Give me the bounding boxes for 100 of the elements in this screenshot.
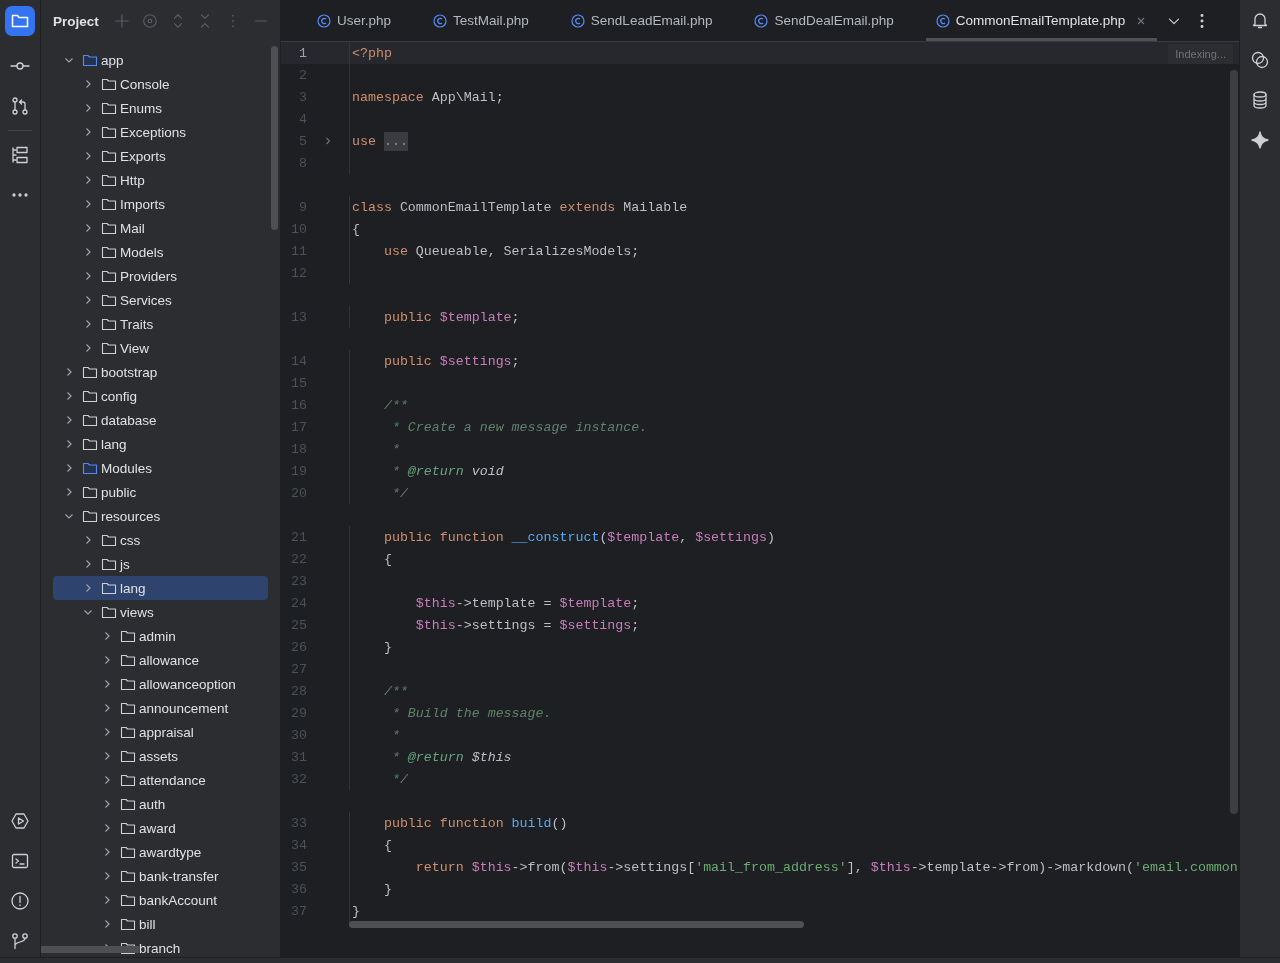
folder-icon <box>101 172 117 188</box>
folder-icon <box>120 652 136 668</box>
scrollbar-thumb[interactable] <box>41 946 139 953</box>
class-icon <box>317 13 331 28</box>
scrollbar-thumb[interactable] <box>349 921 804 928</box>
tree-item[interactable]: Enums <box>53 96 268 120</box>
problems-icon[interactable] <box>10 891 30 911</box>
code-line: } <box>382 639 392 655</box>
file-tab[interactable]: SendLeadEmail.php <box>560 0 729 41</box>
tree-item[interactable]: awardtype <box>53 840 268 864</box>
git-icon[interactable] <box>10 931 30 951</box>
folder-icon <box>101 148 117 164</box>
line-number: 1 <box>298 45 307 61</box>
tree-item[interactable]: app <box>53 48 268 72</box>
tree-item[interactable]: bootstrap <box>53 360 268 384</box>
folder-icon <box>120 748 136 764</box>
folder-icon <box>101 196 117 212</box>
folder-icon <box>82 364 98 380</box>
tree-item[interactable]: bank-transfer <box>53 864 268 888</box>
class-icon <box>570 13 585 28</box>
folder-icon <box>101 340 117 356</box>
tree-item[interactable]: admin <box>53 624 268 648</box>
code-line: * Create a new message instance. <box>390 419 648 435</box>
tree-item[interactable]: views <box>53 600 268 624</box>
tree-item[interactable]: assets <box>53 744 268 768</box>
tree-item[interactable]: Http <box>53 168 268 192</box>
tree-item[interactable]: award <box>53 816 268 840</box>
tree-item[interactable]: appraisal <box>53 720 268 744</box>
tree-item[interactable]: allowanceoption <box>53 672 268 696</box>
tree-item[interactable]: Modules <box>53 456 268 480</box>
fold-chevron-icon[interactable] <box>323 136 333 146</box>
terminal-icon[interactable] <box>10 851 30 871</box>
class-icon <box>754 13 769 28</box>
tree-item[interactable]: js <box>53 552 268 576</box>
tree-item[interactable]: resources <box>53 504 268 528</box>
folder-icon <box>101 124 117 140</box>
code-line: */ <box>390 771 408 787</box>
project-tool-button[interactable] <box>5 6 35 36</box>
folder-icon <box>82 508 98 524</box>
scrollbar-thumb[interactable] <box>271 46 278 230</box>
scrollbar-thumb[interactable] <box>1230 70 1238 814</box>
folder-icon <box>120 868 136 884</box>
code-line: { <box>382 551 392 567</box>
file-tab[interactable]: TestMail.php <box>423 0 545 41</box>
bell-icon[interactable] <box>1250 10 1270 30</box>
tree-item[interactable]: public <box>53 480 268 504</box>
folder-icon <box>101 268 117 284</box>
file-tab[interactable]: SendDealEmail.php <box>744 0 910 41</box>
code-line: public $settings; <box>382 353 520 369</box>
folder-icon <box>101 556 117 572</box>
code-line: use Queueable, SerializesModels; <box>382 243 640 259</box>
code-line: * <box>390 727 400 743</box>
services-icon[interactable] <box>10 811 30 831</box>
code-line: } <box>352 903 360 919</box>
file-tab[interactable]: CommonEmailTemplate.php <box>925 0 1158 41</box>
structure-icon[interactable] <box>10 145 30 165</box>
tree-item[interactable]: Models <box>53 240 268 264</box>
folder-icon <box>120 796 136 812</box>
tree-item[interactable]: config <box>53 384 268 408</box>
folder-icon <box>120 724 136 740</box>
class-icon <box>433 13 448 28</box>
tree-item[interactable]: Imports <box>53 192 268 216</box>
file-tab[interactable]: User.php <box>307 0 408 41</box>
code-line: public function __construct($template, $settings) <box>382 529 775 545</box>
indexing-label: Indexing... <box>1168 44 1233 64</box>
tree-item[interactable]: Mail <box>53 216 268 240</box>
chat-icon[interactable] <box>1250 50 1270 70</box>
pull-request-icon[interactable] <box>10 96 30 116</box>
tree-item[interactable]: bankAccount <box>53 888 268 912</box>
folder-icon <box>101 244 117 260</box>
folder-icon <box>82 436 98 452</box>
sparkle-icon[interactable] <box>1250 130 1270 150</box>
tree-item[interactable]: css <box>53 528 268 552</box>
tree-item[interactable]: announcement <box>53 696 268 720</box>
code-line: return $this->from($this->settings['mail_from_address'], $this->template->from)->markdown('email.common <box>414 859 1238 875</box>
tree-item[interactable]: Services <box>53 288 268 312</box>
tree-item[interactable]: Traits <box>53 312 268 336</box>
folder-icon <box>120 820 136 836</box>
tree-item[interactable]: allowance <box>53 648 268 672</box>
tree-item[interactable]: attendance <box>53 768 268 792</box>
tree-item[interactable]: Exports <box>53 144 268 168</box>
tree-item[interactable]: Exceptions <box>53 120 268 144</box>
folder-icon <box>120 628 136 644</box>
folder-icon <box>101 532 117 548</box>
tree-item[interactable]: Console <box>53 72 268 96</box>
code-line: class CommonEmailTemplate extends Mailable <box>352 199 688 215</box>
tree-item[interactable]: View <box>53 336 268 360</box>
tree-item[interactable]: database <box>53 408 268 432</box>
code-line: /** <box>382 397 408 413</box>
folder-icon <box>120 772 136 788</box>
tree-item[interactable]: lang <box>53 576 268 600</box>
tree-item[interactable]: lang <box>53 432 268 456</box>
tree-item[interactable]: auth <box>53 792 268 816</box>
code-line: * @return void <box>390 463 504 479</box>
tree-item[interactable]: bill <box>53 912 268 936</box>
tree-item[interactable]: Providers <box>53 264 268 288</box>
database-icon[interactable] <box>1250 90 1270 110</box>
folder-icon <box>120 892 136 908</box>
code-line: use ... <box>352 133 408 149</box>
folder-icon <box>101 100 117 116</box>
